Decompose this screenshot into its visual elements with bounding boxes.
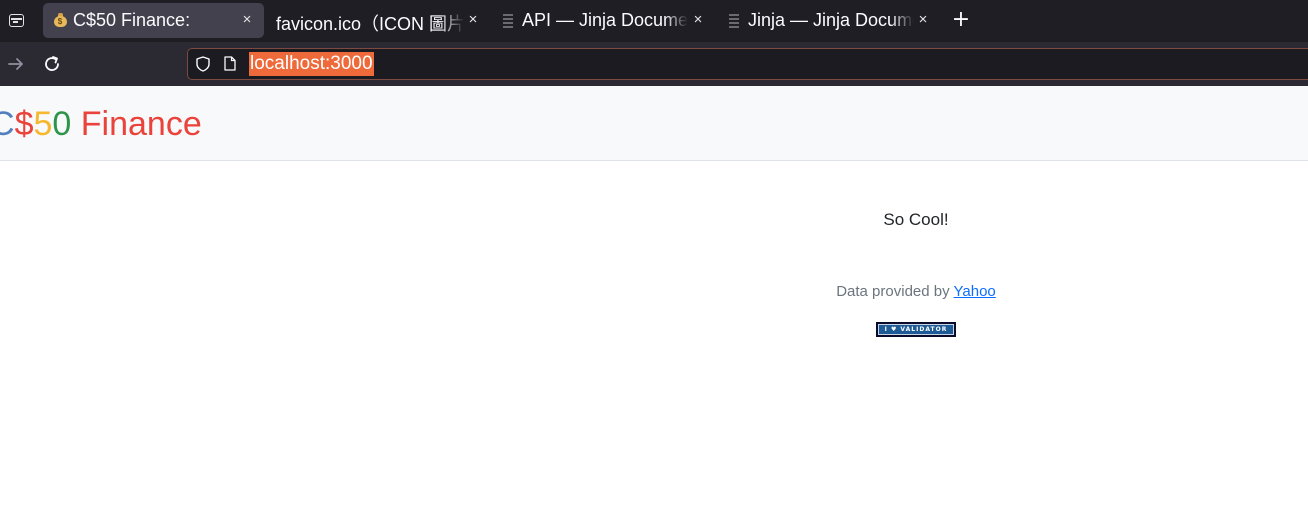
close-tab-icon[interactable]: × <box>689 10 707 30</box>
brand-dollar: $ <box>14 105 34 143</box>
address-bar[interactable]: localhost:3000 <box>187 48 1308 80</box>
new-tab-button[interactable]: + <box>950 8 972 32</box>
tab-strip: $ C$50 Finance: × favicon.ico（ICON 圖片） ×… <box>0 0 1308 42</box>
tab-title: favicon.ico（ICON 圖片） <box>276 14 464 34</box>
footer-text: Data provided by <box>836 283 954 300</box>
tab-jinja-api[interactable]: API — Jinja Documentation × <box>492 3 714 38</box>
close-tab-icon[interactable]: × <box>914 10 932 30</box>
tab-favicon-ico[interactable]: favicon.ico（ICON 圖片） × <box>268 3 488 38</box>
site-navbar: C$50 Finance <box>0 86 1308 161</box>
document-icon <box>502 13 514 29</box>
site-brand-logo[interactable]: C$50 Finance <box>0 104 202 144</box>
main-message: So Cool! <box>883 210 949 229</box>
brand-c: C <box>0 105 15 143</box>
tab-cs50-finance[interactable]: $ C$50 Finance: × <box>43 3 264 38</box>
close-tab-icon[interactable]: × <box>238 10 256 30</box>
validator-badge-label: I ♥ VALIDATOR <box>878 324 954 335</box>
navigation-toolbar: localhost:3000 <box>0 42 1308 86</box>
url-text[interactable]: localhost:3000 <box>249 52 374 76</box>
yahoo-link[interactable]: Yahoo <box>954 283 996 300</box>
forward-arrow-icon[interactable] <box>4 52 28 76</box>
tab-list-icon[interactable] <box>6 10 28 32</box>
footer-attribution: Data provided by Yahoo <box>786 283 1046 300</box>
brand-five: 5 <box>33 105 53 143</box>
tab-jinja-docs[interactable]: Jinja — Jinja Documentation × <box>718 3 940 38</box>
close-tab-icon[interactable]: × <box>464 10 482 30</box>
page-info-icon[interactable] <box>224 56 236 71</box>
document-icon <box>728 13 740 29</box>
validator-badge[interactable]: I ♥ VALIDATOR <box>876 322 956 337</box>
shield-icon[interactable] <box>196 56 210 72</box>
tab-title: C$50 Finance: <box>73 10 191 30</box>
money-bag-icon: $ <box>52 12 68 29</box>
reload-icon[interactable] <box>40 52 64 76</box>
brand-zero: 0 <box>52 105 72 143</box>
brand-finance: Finance <box>71 105 202 143</box>
